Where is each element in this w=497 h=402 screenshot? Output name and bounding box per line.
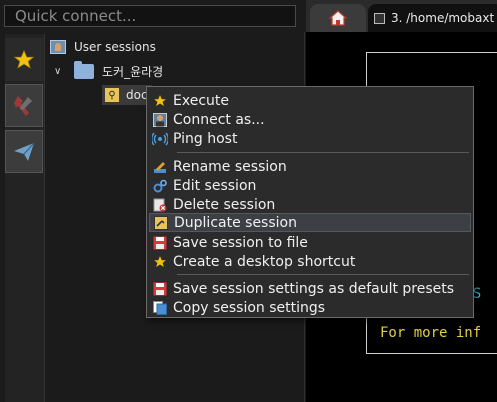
user-icon	[152, 112, 168, 128]
menu-separator	[177, 274, 469, 275]
tab-terminal[interactable]: 3. /home/mobaxt	[368, 4, 497, 32]
ping-icon	[152, 131, 168, 147]
tab-bar: 3. /home/mobaxt	[306, 0, 497, 32]
key-icon	[153, 215, 169, 231]
menu-separator	[177, 152, 469, 153]
tree-session-label: doc	[126, 88, 148, 102]
menu-item-copy-session-settings[interactable]: Copy session settings	[149, 298, 471, 317]
rename-icon	[152, 159, 168, 175]
star-icon	[152, 93, 168, 109]
key-icon: ⚲	[104, 87, 120, 103]
save-file-icon	[152, 235, 168, 251]
home-icon	[329, 10, 347, 26]
context-menu: Execute Connect as... Ping host Rename s…	[146, 86, 474, 318]
tab-home[interactable]	[310, 4, 366, 32]
delete-icon	[152, 197, 168, 213]
tree-session-item[interactable]: ⚲ doc	[102, 85, 152, 105]
menu-item-edit-session[interactable]: Edit session	[149, 176, 471, 195]
favorites-button[interactable]	[5, 38, 43, 81]
menu-item-rename-session[interactable]: Rename session	[149, 157, 471, 176]
menu-item-ping-host[interactable]: Ping host	[149, 129, 471, 148]
tree-root-label: User sessions	[74, 40, 156, 54]
menu-item-execute[interactable]: Execute	[149, 91, 471, 110]
tools-button[interactable]	[5, 84, 43, 127]
folder-icon	[74, 60, 94, 79]
gears-icon	[152, 178, 168, 194]
menu-item-save-session-to-file[interactable]: Save session to file	[149, 233, 471, 252]
send-button[interactable]	[5, 130, 43, 173]
star-icon	[13, 49, 35, 69]
floppy-icon	[152, 281, 168, 297]
menu-item-create-desktop-shortcut[interactable]: Create a desktop shortcut	[149, 252, 471, 271]
menu-item-delete-session[interactable]: Delete session	[149, 195, 471, 214]
user-sessions-icon	[50, 40, 66, 54]
quick-connect-input[interactable]: Quick connect...	[4, 5, 296, 27]
tree-root-user-sessions[interactable]: User sessions	[50, 38, 156, 56]
tab-terminal-title: 3. /home/mobaxt	[391, 11, 495, 25]
menu-item-duplicate-session[interactable]: Duplicate session	[149, 213, 471, 232]
terminal-line: For more inf	[380, 325, 482, 341]
copy-icon	[152, 300, 168, 316]
terminal-icon	[374, 12, 385, 24]
menu-item-save-default-presets[interactable]: Save session settings as default presets	[149, 279, 471, 298]
menu-item-connect-as[interactable]: Connect as...	[149, 110, 471, 129]
star-icon	[152, 254, 168, 270]
tree-folder-label: 도커_윤라경	[102, 64, 164, 79]
tools-icon	[14, 95, 32, 116]
send-icon	[14, 142, 35, 161]
tree-folder[interactable]: ∨ 도커_윤라경	[54, 60, 164, 80]
side-toolbar	[5, 34, 45, 402]
chevron-down-icon[interactable]: ∨	[54, 66, 68, 77]
